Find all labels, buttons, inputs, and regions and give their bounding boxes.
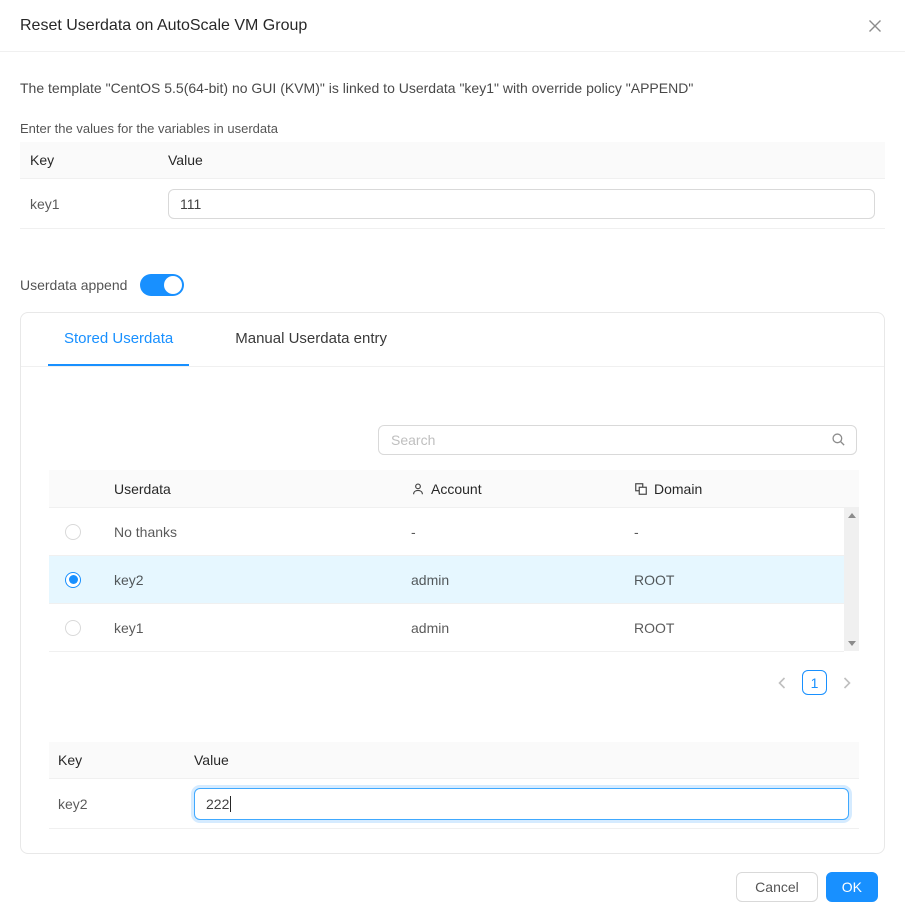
kv-table-header: Key Value	[49, 742, 859, 779]
column-header-key: Key	[20, 152, 168, 168]
scrollbar[interactable]	[844, 508, 859, 651]
variables-section-label: Enter the values for the variables in us…	[20, 121, 885, 136]
table-row: key2 222	[49, 779, 859, 829]
tab-stored-userdata[interactable]: Stored Userdata	[48, 313, 189, 366]
scroll-up-icon[interactable]	[848, 513, 856, 518]
cell-account: -	[411, 524, 634, 540]
search-row	[49, 425, 857, 455]
modal-body: The template "CentOS 5.5(64-bit) no GUI …	[0, 52, 905, 855]
userdata-append-row: Userdata append	[20, 274, 885, 296]
cell-account: admin	[411, 572, 634, 588]
search-icon[interactable]	[831, 432, 846, 450]
cancel-button[interactable]: Cancel	[736, 872, 818, 902]
column-header-value: Value	[168, 152, 885, 168]
text-caret	[230, 796, 231, 812]
selected-value-input[interactable]: 222	[194, 788, 849, 820]
selected-userdata-kv-table: Key Value key2 222	[49, 742, 859, 829]
tab-manual-userdata-entry[interactable]: Manual Userdata entry	[219, 313, 403, 366]
column-header-key: Key	[49, 752, 194, 768]
toggle-knob	[164, 276, 182, 294]
tabs-bar: Stored Userdata Manual Userdata entry	[21, 313, 884, 367]
cell-domain: ROOT	[634, 572, 844, 588]
pagination-prev-icon[interactable]	[770, 670, 794, 695]
column-header-value: Value	[194, 752, 859, 768]
pagination: 1	[49, 670, 859, 695]
variable-key-label: key1	[20, 196, 168, 212]
block-icon	[634, 482, 648, 496]
variables-table-header: Key Value	[20, 142, 885, 179]
table-row: key1	[20, 179, 885, 229]
radio-unchecked[interactable]	[65, 524, 81, 540]
account-header-label: Account	[431, 481, 482, 497]
radio-unchecked[interactable]	[65, 620, 81, 636]
pagination-next-icon[interactable]	[835, 670, 859, 695]
cell-userdata: No thanks	[97, 524, 411, 540]
cell-domain: ROOT	[634, 620, 844, 636]
cell-domain: -	[634, 524, 844, 540]
reset-userdata-modal: Reset Userdata on AutoScale VM Group The…	[0, 0, 905, 912]
radio-checked[interactable]	[65, 572, 81, 588]
stored-userdata-panel: Userdata Account Domain	[21, 425, 884, 853]
userdata-row-no-thanks[interactable]: No thanks - -	[49, 508, 844, 556]
column-header-account: Account	[411, 481, 634, 497]
selected-key-label: key2	[49, 796, 194, 812]
userdata-append-label: Userdata append	[20, 277, 127, 293]
userdata-card: Stored Userdata Manual Userdata entry	[20, 312, 885, 854]
modal-title: Reset Userdata on AutoScale VM Group	[20, 17, 307, 35]
pagination-page-1[interactable]: 1	[802, 670, 827, 695]
variable-value-input[interactable]	[168, 189, 875, 219]
search-input[interactable]	[378, 425, 857, 455]
userdata-table-header: Userdata Account Domain	[49, 470, 859, 508]
column-header-domain: Domain	[634, 481, 859, 497]
userdata-row-key2[interactable]: key2 admin ROOT	[49, 556, 844, 604]
userdata-row-key1[interactable]: key1 admin ROOT	[49, 604, 844, 652]
ok-button[interactable]: OK	[826, 872, 878, 902]
column-header-userdata: Userdata	[97, 481, 411, 497]
cell-account: admin	[411, 620, 634, 636]
user-icon	[411, 482, 425, 496]
domain-header-label: Domain	[654, 481, 702, 497]
close-icon[interactable]	[865, 16, 885, 36]
scroll-down-icon[interactable]	[848, 641, 856, 646]
userdata-table-body: No thanks - - key2 admin ROOT ke	[49, 508, 859, 652]
userdata-select-table: Userdata Account Domain	[49, 470, 859, 652]
modal-header: Reset Userdata on AutoScale VM Group	[0, 0, 905, 52]
modal-footer: Cancel OK	[0, 855, 905, 912]
cell-userdata: key1	[97, 620, 411, 636]
selected-value-text: 222	[206, 796, 229, 812]
template-link-notice: The template "CentOS 5.5(64-bit) no GUI …	[20, 80, 885, 96]
userdata-append-toggle[interactable]	[140, 274, 184, 296]
cell-userdata: key2	[97, 572, 411, 588]
variables-table: Key Value key1	[20, 142, 885, 229]
